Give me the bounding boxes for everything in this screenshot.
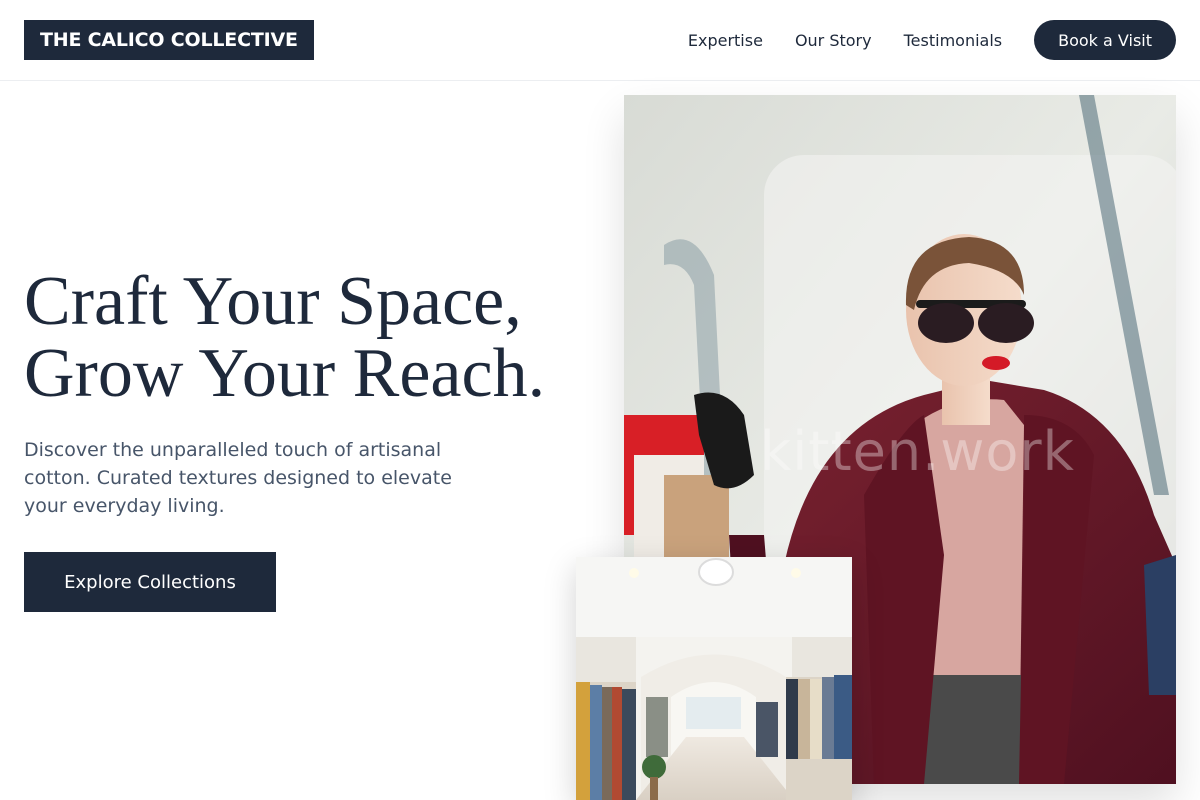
hero-description: Discover the unparalleled touch of artis… xyxy=(24,439,452,517)
main-nav: Expertise Our Story Testimonials Book a … xyxy=(688,20,1176,60)
brand-logo[interactable]: THE CALICO COLLECTIVE xyxy=(24,20,314,60)
site-header: THE CALICO COLLECTIVE Expertise Our Stor… xyxy=(0,0,1200,81)
book-visit-button[interactable]: Book a Visit xyxy=(1034,20,1176,60)
nav-link-our-story[interactable]: Our Story xyxy=(795,31,872,50)
hero-title-line-1: Craft Your Space, xyxy=(24,263,522,340)
nav-link-expertise[interactable]: Expertise xyxy=(688,31,763,50)
hero-title-line-2: Grow Your Reach. xyxy=(24,335,546,412)
nav-link-testimonials[interactable]: Testimonials xyxy=(904,31,1003,50)
clothing-store-interior-photo xyxy=(576,557,852,800)
image-watermark: kitten.work xyxy=(760,420,1075,483)
explore-collections-button[interactable]: Explore Collections xyxy=(24,552,276,612)
hero-title: Craft Your Space, Grow Your Reach. xyxy=(24,266,594,410)
